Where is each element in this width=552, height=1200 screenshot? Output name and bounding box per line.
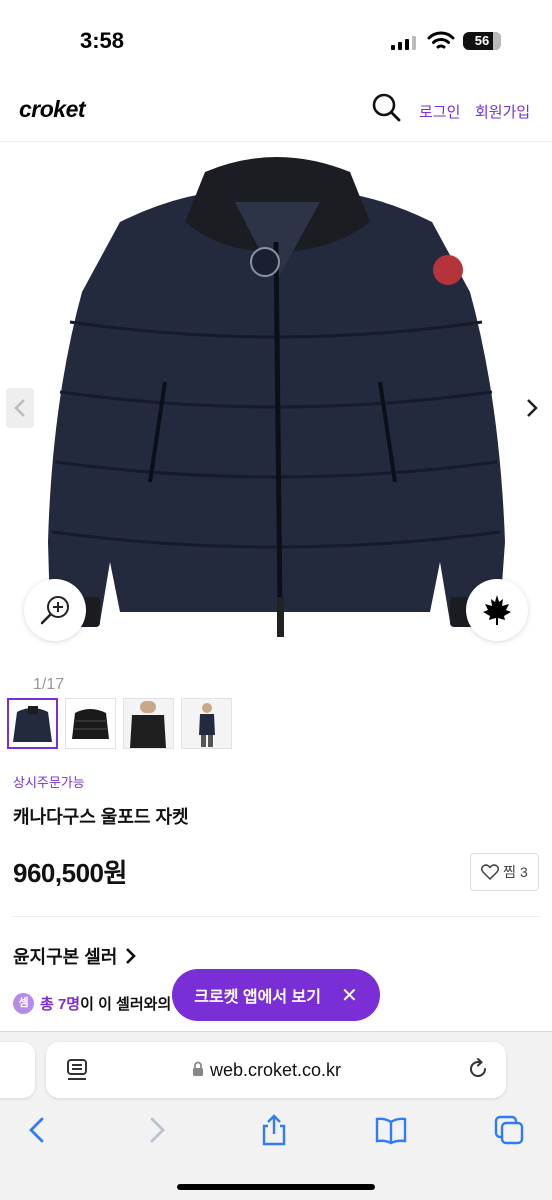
previous-tab-preview[interactable]	[0, 1042, 35, 1098]
wishlist-count: 3	[520, 864, 528, 880]
notice-badge: 셈	[13, 993, 34, 1014]
status-time: 3:58	[80, 28, 125, 53]
url-text[interactable]: web.croket.co.kr	[210, 1060, 341, 1081]
wishlist-button[interactable]: 찜 3	[470, 853, 539, 891]
thumbnail[interactable]	[7, 698, 58, 749]
thumbnail[interactable]	[181, 698, 232, 749]
prev-image-button[interactable]	[6, 388, 34, 428]
login-link[interactable]: 로그인	[419, 101, 460, 122]
chevron-right-icon	[527, 399, 538, 417]
back-icon[interactable]	[22, 1114, 54, 1146]
forward-icon[interactable]	[140, 1114, 172, 1146]
wishlist-label: 찜	[503, 864, 517, 880]
seller-name: 윤지구본 셀러	[13, 947, 118, 967]
notice-count: 총 7명	[40, 996, 81, 1013]
signup-link[interactable]: 회원가입	[475, 101, 530, 122]
battery-indicator: 56	[463, 32, 501, 50]
section-divider	[13, 916, 539, 917]
bookmarks-icon[interactable]	[375, 1114, 407, 1146]
chevron-right-icon	[126, 948, 137, 964]
product-image[interactable]	[0, 142, 552, 662]
next-image-button[interactable]	[518, 388, 546, 428]
open-app-banner[interactable]: 크로켓 앱에서 보기 ✕	[172, 969, 380, 1021]
notice-text: 이 이 셀러와의	[80, 996, 172, 1013]
share-icon[interactable]	[258, 1114, 290, 1146]
signal-icon	[391, 34, 419, 50]
reload-icon[interactable]	[466, 1057, 490, 1081]
seller-link[interactable]: 윤지구본 셀러	[13, 943, 137, 969]
thumbnail[interactable]	[65, 698, 116, 749]
lock-icon	[193, 1061, 203, 1076]
chevron-left-icon	[14, 399, 25, 417]
reader-mode-icon[interactable]	[66, 1058, 88, 1082]
open-app-label: 크로켓 앱에서 보기	[194, 989, 321, 1006]
zoom-button[interactable]	[24, 579, 86, 641]
seller-notice: 셈 총 7명이 이 셀러와의	[13, 993, 171, 1014]
close-icon[interactable]: ✕	[341, 983, 358, 1008]
wifi-icon	[427, 31, 455, 49]
tabs-icon[interactable]	[493, 1114, 525, 1146]
zoom-in-icon	[40, 596, 69, 625]
availability-label: 상시주문가능	[13, 775, 85, 790]
brand-button[interactable]	[466, 579, 528, 641]
thumbnail-strip	[7, 698, 232, 749]
thumbnail[interactable]	[123, 698, 174, 749]
product-price: 960,500원	[13, 858, 127, 888]
maple-leaf-icon	[483, 595, 511, 625]
heart-icon	[481, 864, 500, 880]
product-title: 캐나다구스 울포드 자켓	[13, 807, 189, 827]
home-indicator	[177, 1184, 375, 1190]
battery-level: 56	[474, 33, 490, 48]
croket-logo[interactable]: croket	[19, 96, 86, 123]
search-icon[interactable]	[371, 92, 401, 122]
image-counter: 1/17	[33, 676, 65, 693]
